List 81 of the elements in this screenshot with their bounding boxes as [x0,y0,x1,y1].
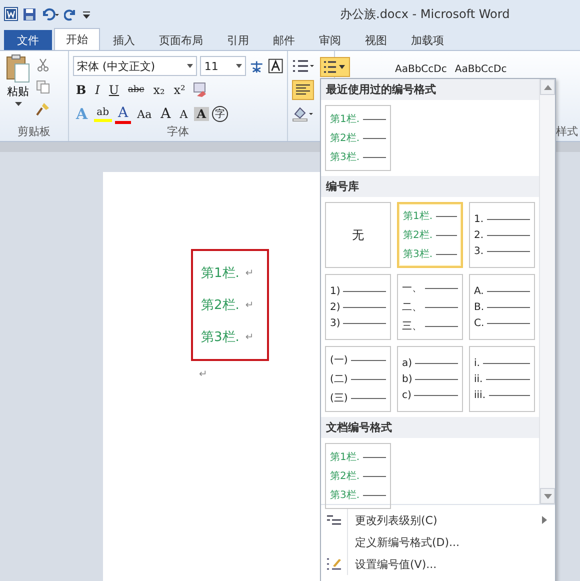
section-header: 最近使用过的编号格式 [321,79,539,100]
ribbon-tab[interactable]: 页面布局 [148,30,214,50]
ribbon-tab[interactable]: 文件 [4,30,52,50]
section-header: 文档编号格式 [321,417,539,438]
caret-icon [339,65,345,69]
numbering-format-tile[interactable]: 一、 二、 三、 [397,274,463,340]
up-arrow-icon [544,84,552,90]
paste-button[interactable]: 粘贴 [4,54,32,116]
list-number: 第2栏. [201,297,240,314]
character-border-icon[interactable] [268,58,283,74]
shading-icon[interactable] [292,106,314,122]
scroll-up-button[interactable] [540,79,555,95]
redo-icon[interactable] [64,8,77,20]
numbering-format-tile[interactable]: 1. 2. 3. [469,202,535,268]
format-button[interactable]: I [92,83,103,97]
format-button[interactable]: 字 [212,106,228,122]
style-sample[interactable]: AaBbCcDc [395,64,447,75]
align-left-icon[interactable] [292,80,314,100]
format-button[interactable]: A [115,104,132,124]
format-button[interactable]: A [158,106,174,122]
down-arrow-icon [544,494,552,498]
ribbon-tab[interactable]: 邮件 [262,30,306,50]
group-label: 剪贴板 [16,124,52,139]
paragraph-mark: ↵ [245,300,254,310]
section-header: 编号库 [321,176,539,197]
font-size-field[interactable]: 11 [200,56,246,76]
format-button[interactable]: x² [170,83,188,97]
numbering-format-tile[interactable]: A. B. C. [469,274,535,340]
paragraph-mark: ↵ [245,268,254,278]
menu-item[interactable]: 更改列表级别(C) [348,512,438,528]
numbered-list-icon [323,60,337,74]
ribbon-tab[interactable]: 插入 [102,30,146,50]
word-app-icon[interactable] [4,7,18,21]
submenu-arrow-icon [542,516,547,524]
phonetic-guide-icon[interactable] [249,58,265,74]
format-button[interactable]: A [176,108,191,120]
menu-item[interactable]: 设置编号值(V)... [348,556,437,572]
format-button[interactable]: x₂ [150,83,168,97]
format-button[interactable]: B [73,83,90,97]
numbering-format-tile[interactable]: 第1栏. 第2栏. 第3栏. [397,202,463,268]
list-number: 第3栏. [201,329,240,346]
numbering-format-tile[interactable]: 无 [325,202,391,268]
format-button[interactable]: Aa [134,108,155,120]
group-label: 字体 [166,124,190,139]
format-button[interactable]: ab [94,106,112,122]
caret-icon [187,64,194,68]
ribbon-tab[interactable]: 加载项 [400,30,455,50]
format-button[interactable]: abc [125,85,148,95]
style-sample[interactable]: AaBbCcDc [454,64,507,75]
pencil-icon [326,556,342,572]
numbering-format-tile[interactable]: a) b) c) [397,346,463,412]
format-painter-icon[interactable] [36,102,50,116]
menu-item[interactable]: 定义新编号格式(D)... [348,534,460,550]
copy-icon[interactable] [36,80,50,94]
ribbon-tab[interactable]: 开始 [54,28,100,50]
paragraph-mark: ↵ [199,369,208,380]
numbering-button[interactable] [320,57,350,77]
bullets-icon[interactable] [292,58,314,74]
ribbon-tab[interactable]: 审阅 [308,30,352,50]
indent-icon [326,514,342,526]
caret-icon [14,102,22,106]
group-label: 样式 [556,124,578,139]
ribbon-tab[interactable]: 引用 [216,30,260,50]
clipboard-icon [6,54,30,84]
list-number: 第1栏. [201,265,240,282]
numbering-format-tile[interactable]: 第1栏. 第2栏. 第3栏. [325,443,391,509]
format-button[interactable]: U [106,83,122,97]
undo-icon[interactable] [41,8,59,20]
scissors-icon[interactable] [36,58,50,72]
paragraph-mark: ↵ [245,332,254,342]
format-button[interactable]: A [194,107,210,121]
font-name-field[interactable]: 宋体 (中文正文) [73,56,198,76]
numbering-format-tile[interactable]: (一) (二) (三) [325,346,391,412]
ribbon-tab[interactable]: 视图 [354,30,398,50]
save-icon[interactable] [23,8,36,20]
scroll-down-button[interactable] [540,488,555,504]
caret-icon [236,64,242,68]
numbering-format-tile[interactable]: 第1栏. 第2栏. 第3栏. [325,105,391,171]
numbering-format-tile[interactable]: i. ii. iii. [469,346,535,412]
numbering-format-tile[interactable]: 1) 2) 3) [325,274,391,340]
window-title: 办公族.docx - Microsoft Word [340,6,510,23]
